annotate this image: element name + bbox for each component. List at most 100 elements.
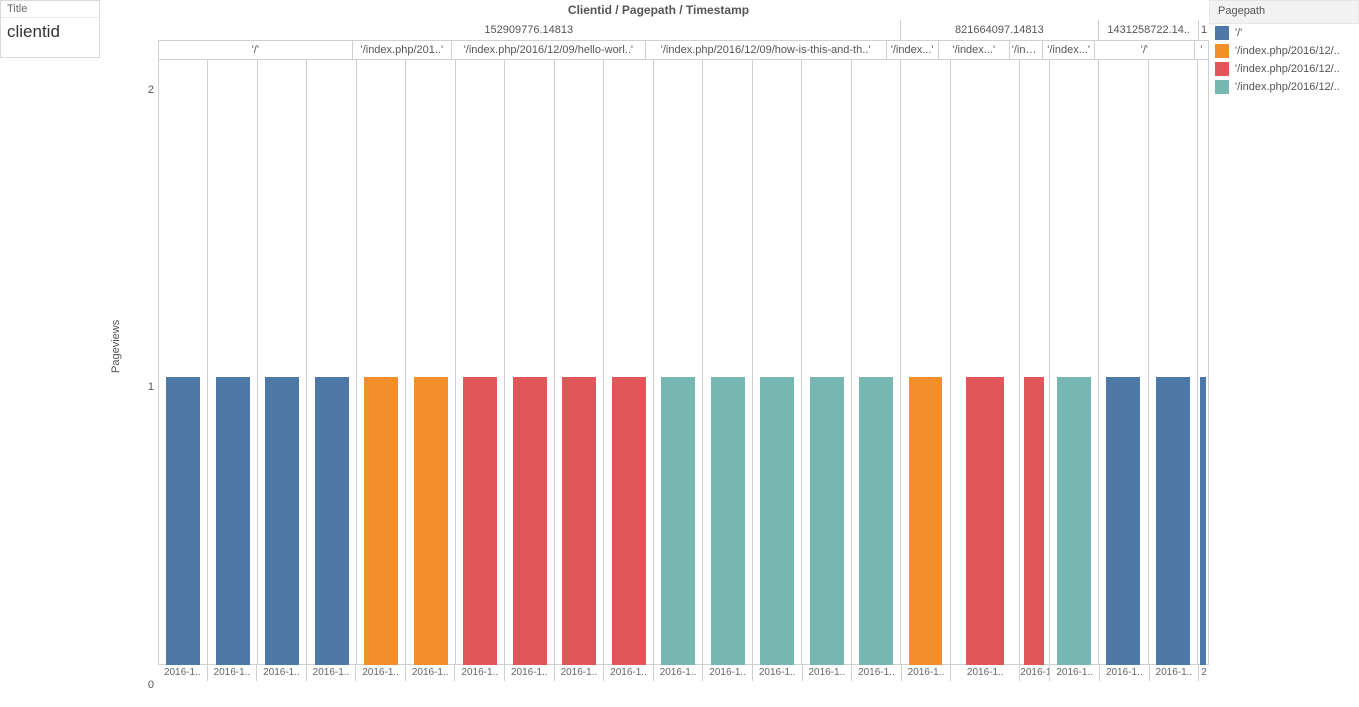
plot-column[interactable] [257,60,306,665]
x-axis-tick: 2016-1.. [1099,665,1149,681]
plot-column[interactable] [603,60,652,665]
clientid-header-cell[interactable]: 821664097.14813 [900,20,1099,40]
x-axis-tick: 2016-1.. [256,665,306,681]
title-filter-value: clientid [1,18,99,48]
bar[interactable] [166,377,200,665]
x-axis-tick: 2016-1.. [950,665,1019,681]
pagepath-header-cell[interactable]: '/' [158,40,352,60]
plot-column[interactable] [455,60,504,665]
legend-label: '/index.php/2016/12/.. [1235,81,1340,93]
bar[interactable] [265,377,299,665]
bar[interactable] [760,377,794,665]
bar[interactable] [661,377,695,665]
legend-item[interactable]: '/index.php/2016/12/.. [1209,78,1359,96]
chart-area[interactable]: Clientid / Pagepath / Timestamp 15290977… [108,0,1209,707]
plot-column[interactable] [1098,60,1147,665]
bar[interactable] [1200,377,1207,665]
plot-column[interactable] [356,60,405,665]
legend-title: Pagepath [1209,0,1359,24]
legend-label: '/' [1235,27,1242,39]
pagepath-header-cell[interactable]: '/index.php/2016/12/09/how-is-this-and-t… [645,40,886,60]
y-axis: Pageviews 012 [108,60,158,685]
pagepath-header-cell[interactable]: '/index...' [938,40,1009,60]
pagepath-header-cell[interactable]: '/index...' [886,40,938,60]
plot-column[interactable] [1019,60,1049,665]
legend[interactable]: Pagepath '/' '/index.php/2016/12/.. '/inde… [1209,0,1359,707]
bar[interactable] [1106,377,1140,665]
x-axis-tick: 2016-1.. [454,665,504,681]
plot-body[interactable] [158,60,1209,665]
plot-column[interactable] [1049,60,1098,665]
legend-swatch-icon [1215,62,1229,76]
pagepath-header-cell[interactable]: '/index...' [1009,40,1042,60]
x-axis-tick: 2016-1.. [851,665,901,681]
bar[interactable] [966,377,1004,665]
pagepath-header-cell[interactable]: ' [1194,40,1209,60]
legend-label: '/index.php/2016/12/.. [1235,63,1340,75]
title-filter-card[interactable]: Title clientid [0,0,100,58]
pagepath-header-cell[interactable]: '/index.php/201..' [352,40,451,60]
legend-swatch-icon [1215,44,1229,58]
bar[interactable] [463,377,497,665]
plot-column[interactable] [158,60,207,665]
x-axis-tick: 2016-1.. [355,665,405,681]
plot-column[interactable] [752,60,801,665]
plot-column[interactable] [1148,60,1197,665]
plot-column[interactable] [702,60,751,665]
bar[interactable] [513,377,547,665]
bar[interactable] [216,377,250,665]
x-axis-tick: 2016-1.. [1049,665,1099,681]
x-axis-tick: 2 [1198,665,1209,681]
y-axis-tick: 1 [148,381,154,393]
y-axis-tick: 2 [148,84,154,96]
bar[interactable] [1057,377,1091,665]
legend-item[interactable]: '/' [1209,24,1359,42]
plot-column[interactable] [504,60,553,665]
bar[interactable] [909,377,943,665]
chart-title: Clientid / Pagepath / Timestamp [108,0,1209,20]
x-axis-tick: 2016-1.. [158,665,207,681]
y-axis-label: Pageviews [110,319,122,372]
x-axis-tick: 2016-1.. [603,665,653,681]
pagepath-header-cell[interactable]: '/' [1094,40,1193,60]
clientid-header-cell[interactable]: 1 [1198,20,1209,40]
x-axis-tick: 2016-1.. [1019,665,1049,681]
x-axis-tick: 2016-1.. [504,665,554,681]
plot-column[interactable] [851,60,900,665]
plot-column[interactable] [801,60,850,665]
clientid-header-row: 152909776.14813821664097.148131431258722… [158,20,1209,40]
clientid-header-cell[interactable]: 1431258722.14.. [1098,20,1198,40]
bar[interactable] [414,377,448,665]
bar[interactable] [810,377,844,665]
bar[interactable] [364,377,398,665]
bar[interactable] [562,377,596,665]
bar[interactable] [1024,377,1044,665]
bar[interactable] [315,377,349,665]
bar[interactable] [859,377,893,665]
plot-column[interactable] [1197,60,1209,665]
y-axis-tick: 0 [148,679,154,691]
bar[interactable] [612,377,646,665]
pagepath-header-cell[interactable]: '/index.php/2016/12/09/hello-worl..' [451,40,645,60]
x-axis-tick: 2016-1.. [207,665,257,681]
bar[interactable] [1156,377,1190,665]
legend-swatch-icon [1215,80,1229,94]
x-axis-tick: 2016-1.. [1149,665,1199,681]
title-filter-header: Title [1,1,99,18]
legend-item[interactable]: '/index.php/2016/12/.. [1209,60,1359,78]
x-axis-tick: 2016-1.. [405,665,455,681]
plot-column[interactable] [900,60,949,665]
pagepath-header-cell[interactable]: '/index...' [1042,40,1094,60]
plot-column[interactable] [950,60,1019,665]
legend-item[interactable]: '/index.php/2016/12/.. [1209,42,1359,60]
x-axis-tick: 2016-1.. [802,665,852,681]
x-axis-tick: 2016-1.. [653,665,703,681]
x-axis: 2016-1..2016-1..2016-1..2016-1..2016-1..… [158,665,1209,681]
clientid-header-cell[interactable]: 152909776.14813 [158,20,900,40]
plot-column[interactable] [405,60,454,665]
bar[interactable] [711,377,745,665]
plot-column[interactable] [207,60,256,665]
plot-column[interactable] [653,60,702,665]
plot-column[interactable] [554,60,603,665]
plot-column[interactable] [306,60,355,665]
